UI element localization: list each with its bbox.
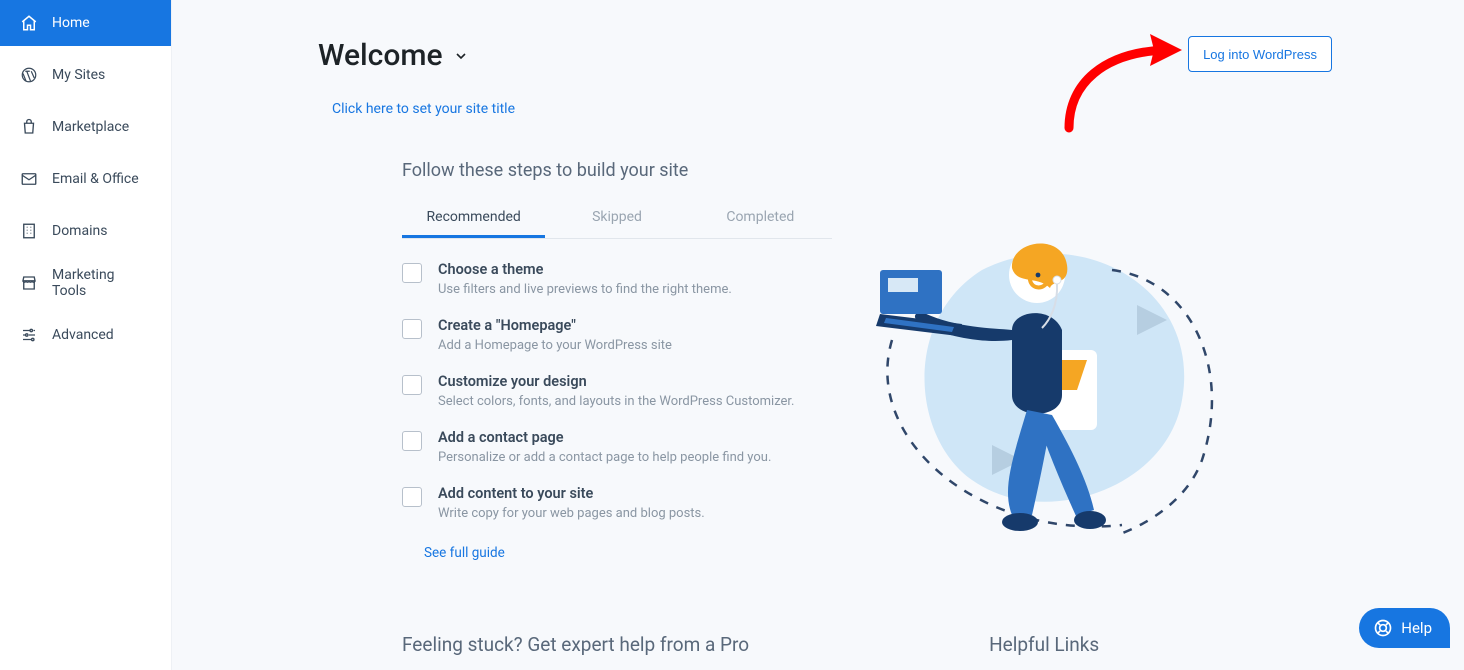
- sidebar-item-label: Marketing Tools: [52, 267, 151, 299]
- step-title: Choose a theme: [438, 261, 732, 278]
- step-desc: Personalize or add a contact page to hel…: [438, 450, 771, 465]
- checkbox-icon[interactable]: [402, 487, 422, 507]
- step-choose-theme[interactable]: Choose a theme Use filters and live prev…: [402, 261, 832, 297]
- chevron-down-icon: [453, 48, 469, 64]
- tab-skipped[interactable]: Skipped: [545, 199, 688, 238]
- sidebar-item-domains[interactable]: Domains: [0, 208, 171, 254]
- set-site-title-link[interactable]: Click here to set your site title: [332, 101, 515, 117]
- mail-icon: [20, 170, 38, 188]
- checkbox-icon[interactable]: [402, 263, 422, 283]
- lifebuoy-icon: [1373, 618, 1393, 638]
- welcome-title: Welcome: [318, 38, 443, 73]
- step-contact-page[interactable]: Add a contact page Personalize or add a …: [402, 429, 832, 465]
- step-customize-design[interactable]: Customize your design Select colors, fon…: [402, 373, 832, 409]
- sidebar-item-label: Email & Office: [52, 171, 151, 187]
- steps-tabs: Recommended Skipped Completed: [402, 199, 832, 239]
- step-add-content[interactable]: Add content to your site Write copy for …: [402, 485, 832, 521]
- sidebar: Home My Sites Marketplace Email & Office…: [0, 0, 172, 670]
- bottom-row: Feeling stuck? Get expert help from a Pr…: [402, 633, 1334, 656]
- store-icon: [20, 274, 38, 292]
- person-laptop-illustration: [862, 210, 1252, 570]
- help-label: Help: [1401, 619, 1432, 637]
- help-button[interactable]: Help: [1359, 608, 1450, 648]
- sidebar-item-label: Marketplace: [52, 119, 151, 135]
- sidebar-item-label: Domains: [52, 223, 151, 239]
- checkbox-icon[interactable]: [402, 375, 422, 395]
- wordpress-icon: [20, 66, 38, 84]
- step-title: Customize your design: [438, 373, 794, 390]
- step-desc: Add a Homepage to your WordPress site: [438, 338, 672, 353]
- step-title: Add a contact page: [438, 429, 771, 446]
- expert-help-heading: Feeling stuck? Get expert help from a Pr…: [402, 633, 749, 656]
- see-full-guide-link[interactable]: See full guide: [424, 545, 505, 561]
- sliders-icon: [20, 326, 38, 344]
- sidebar-item-marketplace[interactable]: Marketplace: [0, 104, 171, 150]
- step-desc: Select colors, fonts, and layouts in the…: [438, 394, 794, 409]
- sidebar-item-marketing-tools[interactable]: Marketing Tools: [0, 260, 171, 306]
- build-steps-card: Follow these steps to build your site Re…: [402, 160, 832, 561]
- tab-recommended[interactable]: Recommended: [402, 199, 545, 238]
- step-create-homepage[interactable]: Create a "Homepage" Add a Homepage to yo…: [402, 317, 832, 353]
- sidebar-item-advanced[interactable]: Advanced: [0, 312, 171, 358]
- building-icon: [20, 222, 38, 240]
- steps-heading: Follow these steps to build your site: [402, 160, 832, 181]
- step-title: Add content to your site: [438, 485, 705, 502]
- step-desc: Use filters and live previews to find th…: [438, 282, 732, 297]
- login-wordpress-button[interactable]: Log into WordPress: [1188, 36, 1332, 72]
- sidebar-item-label: My Sites: [52, 67, 151, 83]
- helpful-links-heading: Helpful Links: [989, 633, 1099, 656]
- step-title: Create a "Homepage": [438, 317, 672, 334]
- home-icon: [20, 14, 38, 32]
- checkbox-icon[interactable]: [402, 319, 422, 339]
- sidebar-item-label: Advanced: [52, 327, 151, 343]
- tab-completed[interactable]: Completed: [689, 199, 832, 238]
- sidebar-item-label: Home: [52, 15, 151, 31]
- sidebar-item-my-sites[interactable]: My Sites: [0, 52, 171, 98]
- step-desc: Write copy for your web pages and blog p…: [438, 506, 705, 521]
- sidebar-item-home[interactable]: Home: [0, 0, 171, 46]
- bag-icon: [20, 118, 38, 136]
- checkbox-icon[interactable]: [402, 431, 422, 451]
- sidebar-item-email-office[interactable]: Email & Office: [0, 156, 171, 202]
- main-area: Welcome Click here to set your site titl…: [172, 0, 1464, 670]
